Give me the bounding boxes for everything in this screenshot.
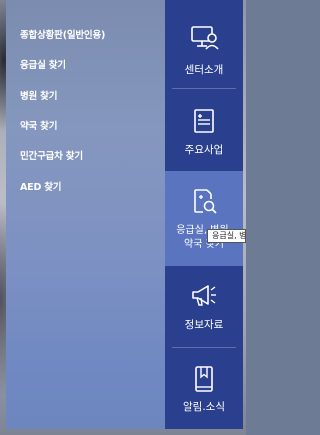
megaphone-icon	[192, 285, 216, 306]
presentation-board-icon	[191, 26, 219, 50]
nav-divider	[172, 88, 236, 89]
nav-label-info-materials: 정보자료	[184, 319, 224, 331]
submenu-item-pharmacy-search[interactable]: 약국 찾기	[20, 118, 57, 132]
nav-item-news[interactable]: 알림.소식	[165, 350, 243, 429]
nav-item-info-materials[interactable]: 정보자료	[165, 270, 243, 345]
submenu-item-aed-search[interactable]: AED 찾기	[20, 179, 62, 193]
submenu-panel: 종합상황판(일반인용) 응급실 찾기 병원 찾기 약국 찾기 민간구급차 찾기 …	[6, 0, 165, 429]
submenu-item-ambulance-search[interactable]: 민간구급차 찾기	[20, 148, 83, 162]
nav-label-news: 알림.소식	[183, 401, 225, 413]
document-list-icon	[194, 109, 214, 133]
submenu-item-status-board[interactable]: 종합상황판(일반인용)	[20, 27, 105, 41]
search-document-icon	[194, 189, 217, 214]
tooltip: 응급실, 병원, 약국 찾기	[207, 229, 246, 243]
nav-item-er-hospital-pharmacy[interactable]: 응급실, 병원, 약국 찾기	[165, 171, 243, 266]
nav-label-main-business: 주요사업	[184, 144, 224, 156]
submenu-item-er-search[interactable]: 응급실 찾기	[20, 57, 66, 71]
nav-item-center-intro[interactable]: 센터소개	[165, 0, 243, 86]
submenu-item-hospital-search[interactable]: 병원 찾기	[20, 88, 57, 102]
bookmark-book-icon	[195, 366, 213, 392]
nav-divider	[172, 347, 236, 348]
nav-label-center-intro: 센터소개	[184, 64, 224, 76]
main-nav: 센터소개 주요사업 응급실, 병원, 약국 찾기 정보자료 알림.소식	[165, 0, 243, 429]
nav-item-main-business[interactable]: 주요사업	[165, 90, 243, 160]
